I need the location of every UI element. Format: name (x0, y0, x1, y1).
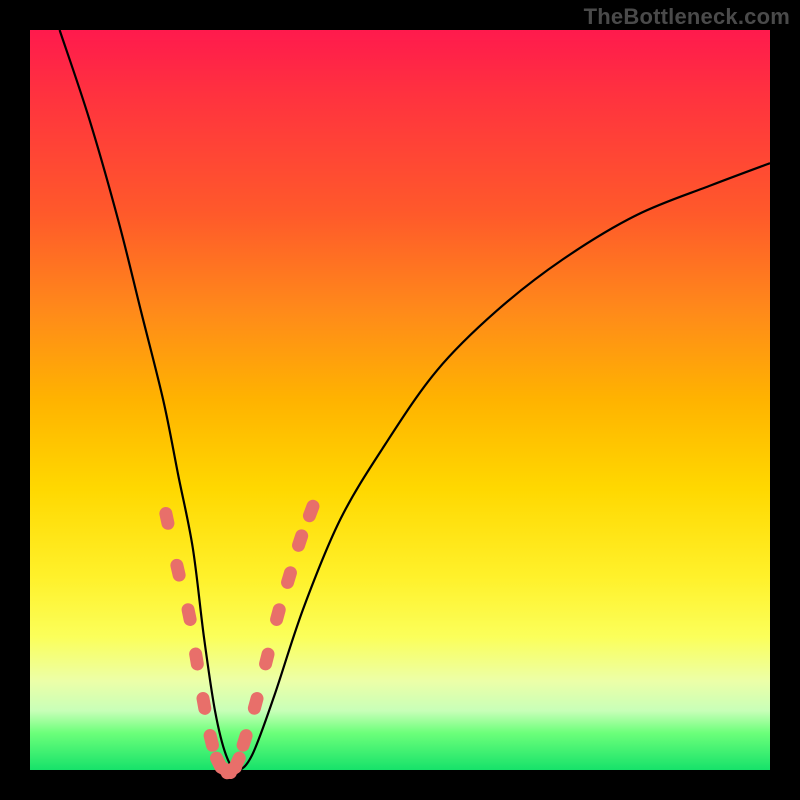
curve-marker (181, 603, 197, 627)
curve-marker (196, 692, 212, 716)
chart-frame: TheBottleneck.com (0, 0, 800, 800)
curve-marker (247, 691, 264, 715)
curve-marker (269, 602, 286, 626)
curve-marker (258, 647, 275, 671)
watermark-text: TheBottleneck.com (584, 4, 790, 30)
marker-group (159, 499, 321, 782)
plot-area (30, 30, 770, 770)
curve-layer (30, 30, 770, 770)
curve-marker (170, 558, 187, 582)
bottleneck-curve (60, 30, 770, 770)
curve-marker (203, 728, 220, 752)
curve-marker (227, 750, 247, 775)
curve-marker (302, 499, 321, 524)
curve-marker (236, 728, 254, 753)
curve-marker (280, 565, 298, 590)
curve-marker (291, 528, 309, 553)
curve-marker (189, 647, 204, 671)
curve-marker (159, 506, 175, 530)
